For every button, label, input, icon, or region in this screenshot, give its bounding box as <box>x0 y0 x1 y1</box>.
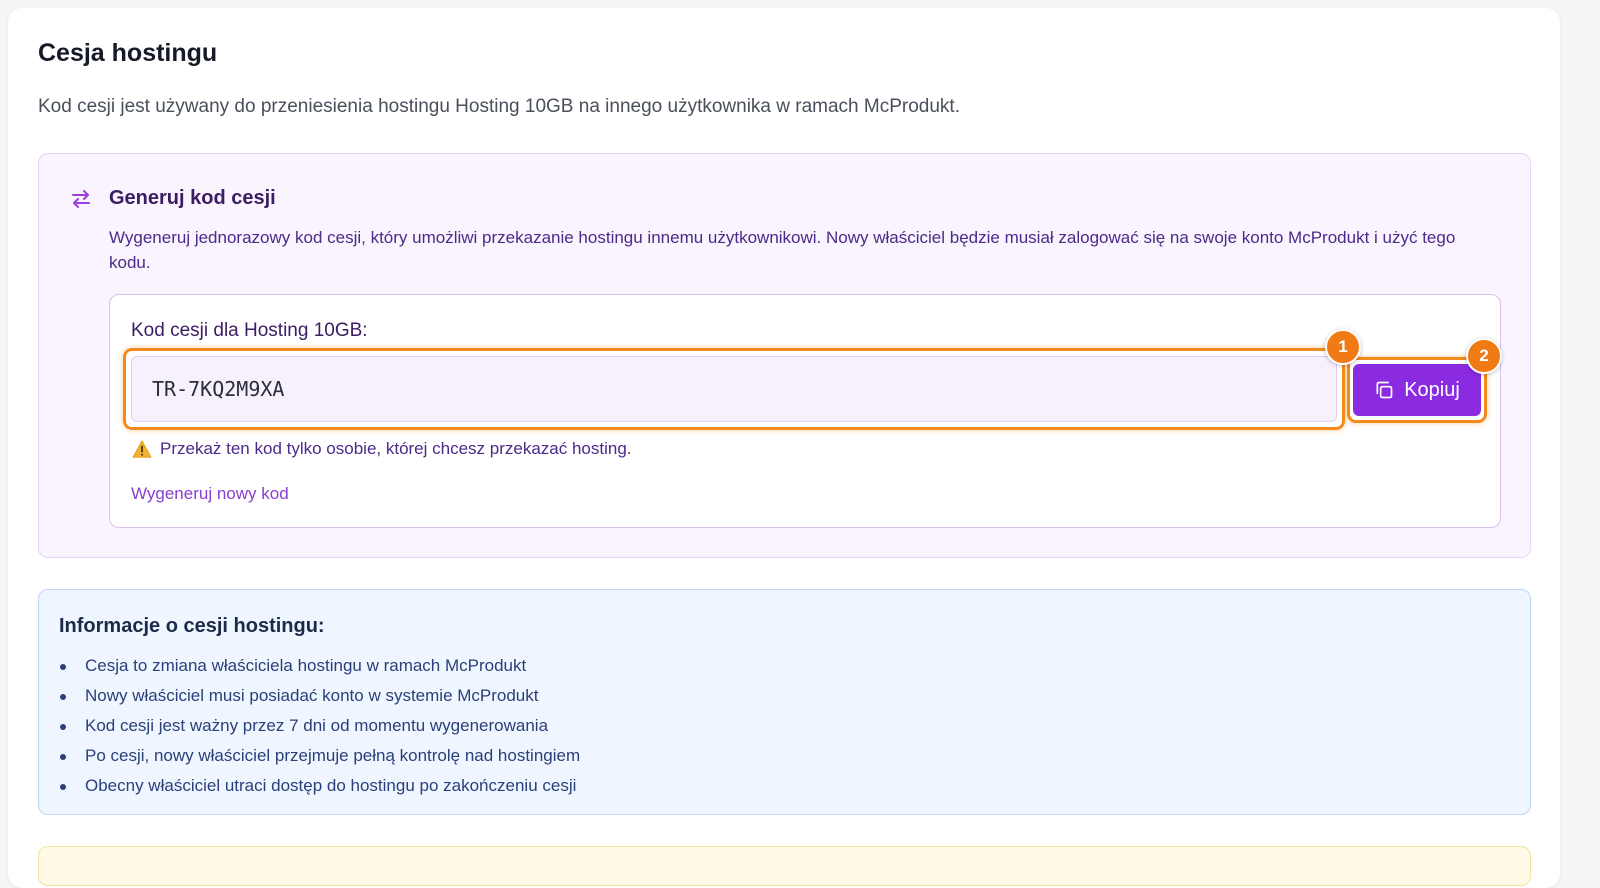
info-section: Informacje o cesji hostingu: Cesja to zm… <box>38 589 1531 815</box>
warning-note: Przekaż ten kod tylko osobie, której chc… <box>132 439 632 459</box>
list-item: Kod cesji jest ważny przez 7 dni od mome… <box>59 711 580 741</box>
list-item: Obecny właściciel utraci dostęp do hosti… <box>59 771 580 801</box>
copy-icon <box>1376 381 1393 399</box>
code-field-highlight <box>123 348 1345 430</box>
generate-code-section: Generuj kod cesji Wygeneruj jednorazowy … <box>38 153 1531 558</box>
transfer-code-field[interactable] <box>131 356 1337 422</box>
copy-button[interactable]: Kopiuj <box>1353 364 1481 416</box>
copy-button-highlight: Kopiuj <box>1347 357 1487 423</box>
copy-button-label: Kopiuj <box>1404 378 1460 401</box>
content-card: Cesja hostingu Kod cesji jest używany do… <box>8 8 1560 888</box>
list-item: Po cesji, nowy właściciel przejmuje pełn… <box>59 741 580 771</box>
warning-text: Przekaż ten kod tylko osobie, której chc… <box>160 439 632 458</box>
code-label: Kod cesji dla Hosting 10GB: <box>131 320 368 341</box>
generate-code-title: Generuj kod cesji <box>109 187 276 209</box>
notice-section <box>38 846 1531 886</box>
list-item: Cesja to zmiana właściciela hostingu w r… <box>59 651 580 681</box>
info-title: Informacje o cesji hostingu: <box>59 615 325 637</box>
list-item: Nowy właściciel musi posiadać konto w sy… <box>59 681 580 711</box>
transfer-arrows-icon <box>72 190 90 208</box>
page-description: Kod cesji jest używany do przeniesienia … <box>38 96 960 117</box>
annotation-badge-2: 2 <box>1466 338 1502 374</box>
info-list: Cesja to zmiana właściciela hostingu w r… <box>59 651 580 801</box>
page-title: Cesja hostingu <box>38 39 218 67</box>
code-panel: Kod cesji dla Hosting 10GB: Kopiuj 1 2 <box>109 294 1502 528</box>
warning-icon <box>132 440 152 458</box>
regenerate-code-link[interactable]: Wygeneruj nowy kod <box>131 484 289 504</box>
annotation-badge-1: 1 <box>1325 329 1361 365</box>
generate-code-description: Wygeneruj jednorazowy kod cesji, który u… <box>109 228 1456 272</box>
